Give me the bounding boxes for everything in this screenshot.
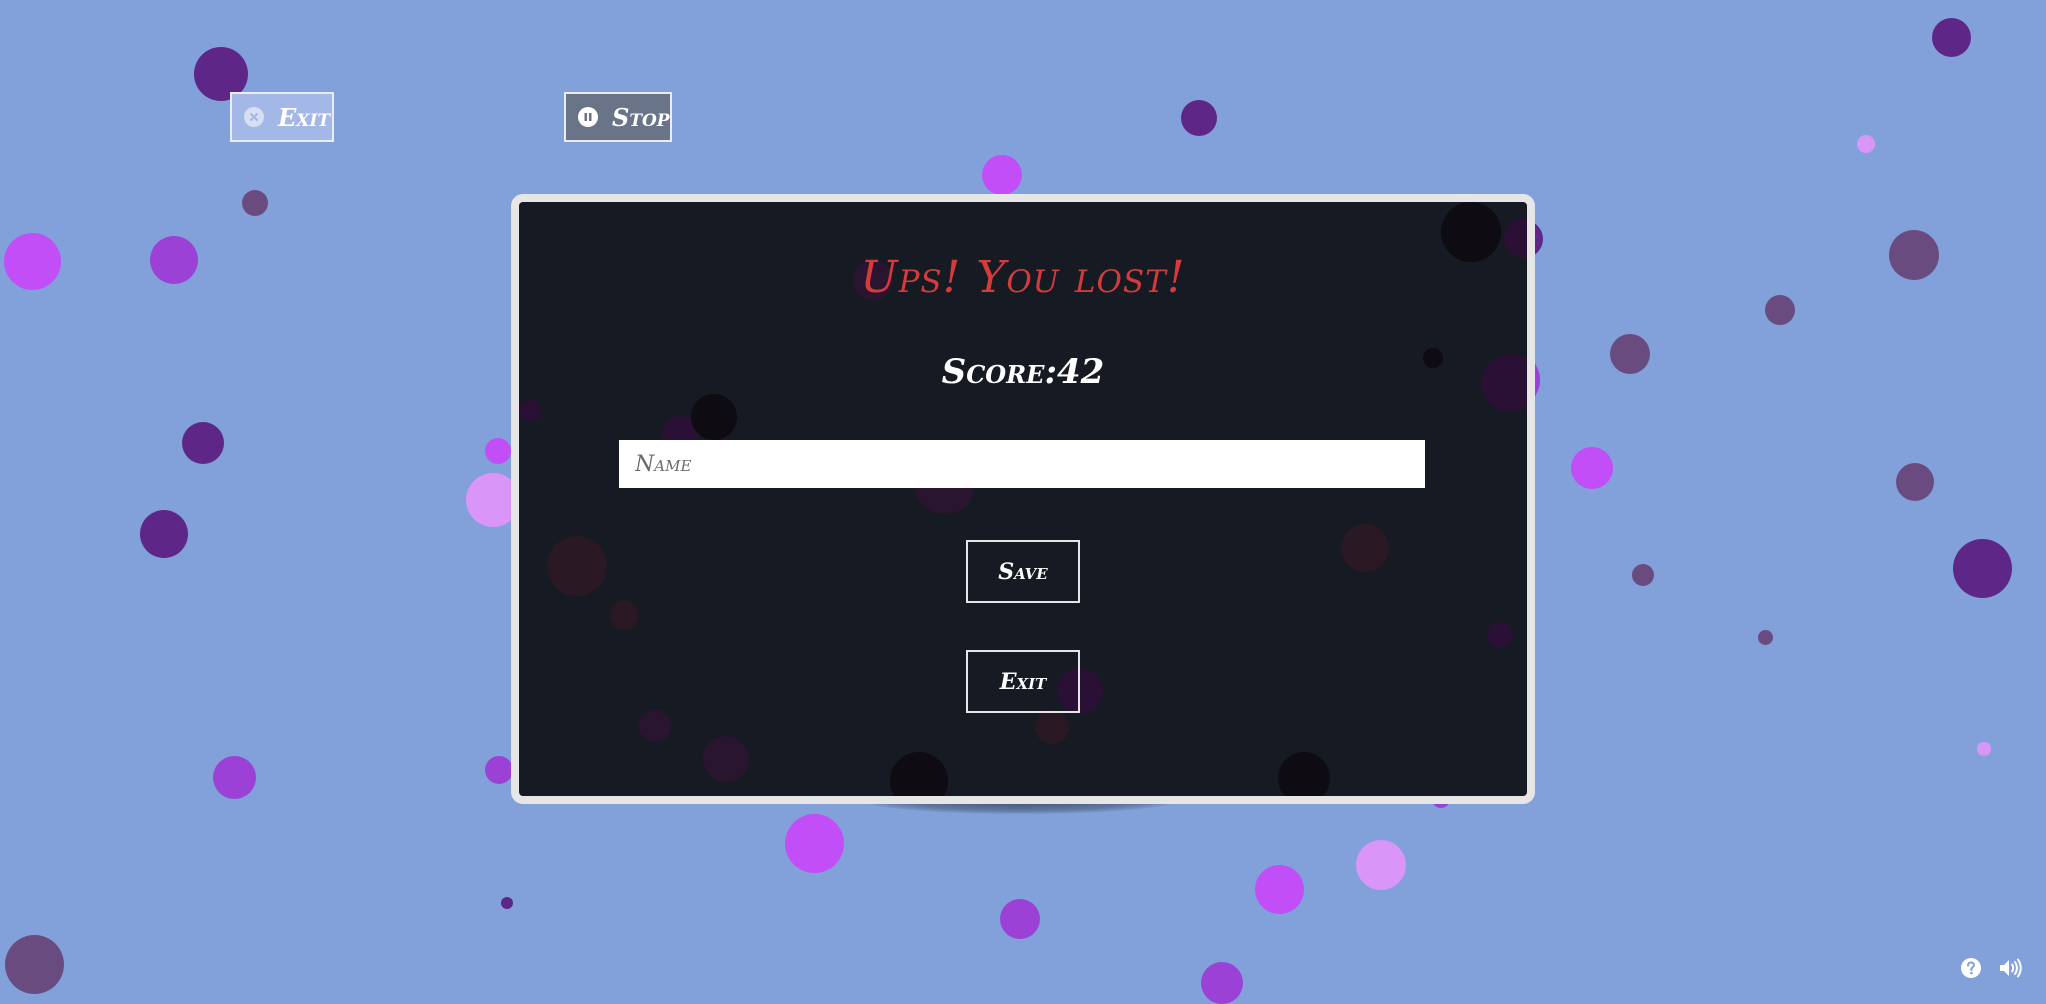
bubble [1953, 539, 2012, 598]
bubble [4, 233, 61, 290]
bubble [1181, 100, 1217, 136]
bubble [1632, 564, 1654, 586]
bubble [785, 814, 844, 873]
bubble [182, 422, 224, 464]
bubble [1977, 742, 1991, 756]
save-button[interactable]: Save [966, 540, 1080, 603]
dialog-panel: Ups! You lost! Score:42 Save Exit [519, 202, 1527, 796]
close-circle-icon [244, 107, 264, 127]
exit-button[interactable]: Exit [230, 92, 334, 142]
bubble [140, 510, 188, 558]
bubble [1201, 962, 1243, 1004]
bubble [5, 935, 64, 994]
bubble [1000, 899, 1040, 939]
help-icon[interactable] [1960, 957, 1982, 983]
exit-button-label: Exit [278, 102, 331, 132]
game-over-dialog: Ups! You lost! Score:42 Save Exit [511, 194, 1535, 804]
name-input[interactable] [619, 440, 1425, 488]
bubble [485, 756, 513, 784]
game-over-title: Ups! You lost! [860, 252, 1186, 303]
bubble [1932, 18, 1971, 57]
bubble [1765, 295, 1795, 325]
bubble [1610, 334, 1650, 374]
bubble [1896, 463, 1934, 501]
score-label: Score: [941, 352, 1058, 392]
corner-controls [1960, 957, 2024, 983]
bubble [213, 756, 256, 799]
bubble [1356, 840, 1406, 890]
pause-circle-icon [578, 107, 598, 127]
bubble [501, 897, 513, 909]
stop-button-label: Stop [612, 102, 670, 132]
bubble [242, 190, 268, 216]
stop-button[interactable]: Stop [564, 92, 672, 142]
dialog-exit-button[interactable]: Exit [966, 650, 1080, 713]
score-value: 42 [1057, 352, 1105, 392]
bubble [1571, 447, 1613, 489]
score-display: Score:42 [519, 352, 1527, 392]
bubble [1889, 230, 1939, 280]
volume-icon[interactable] [1998, 957, 2024, 983]
bubble [1255, 865, 1304, 914]
bubble [1857, 135, 1875, 153]
bubble [485, 438, 511, 464]
bubble [1758, 630, 1773, 645]
bubble [150, 236, 198, 284]
bubble [982, 155, 1022, 195]
